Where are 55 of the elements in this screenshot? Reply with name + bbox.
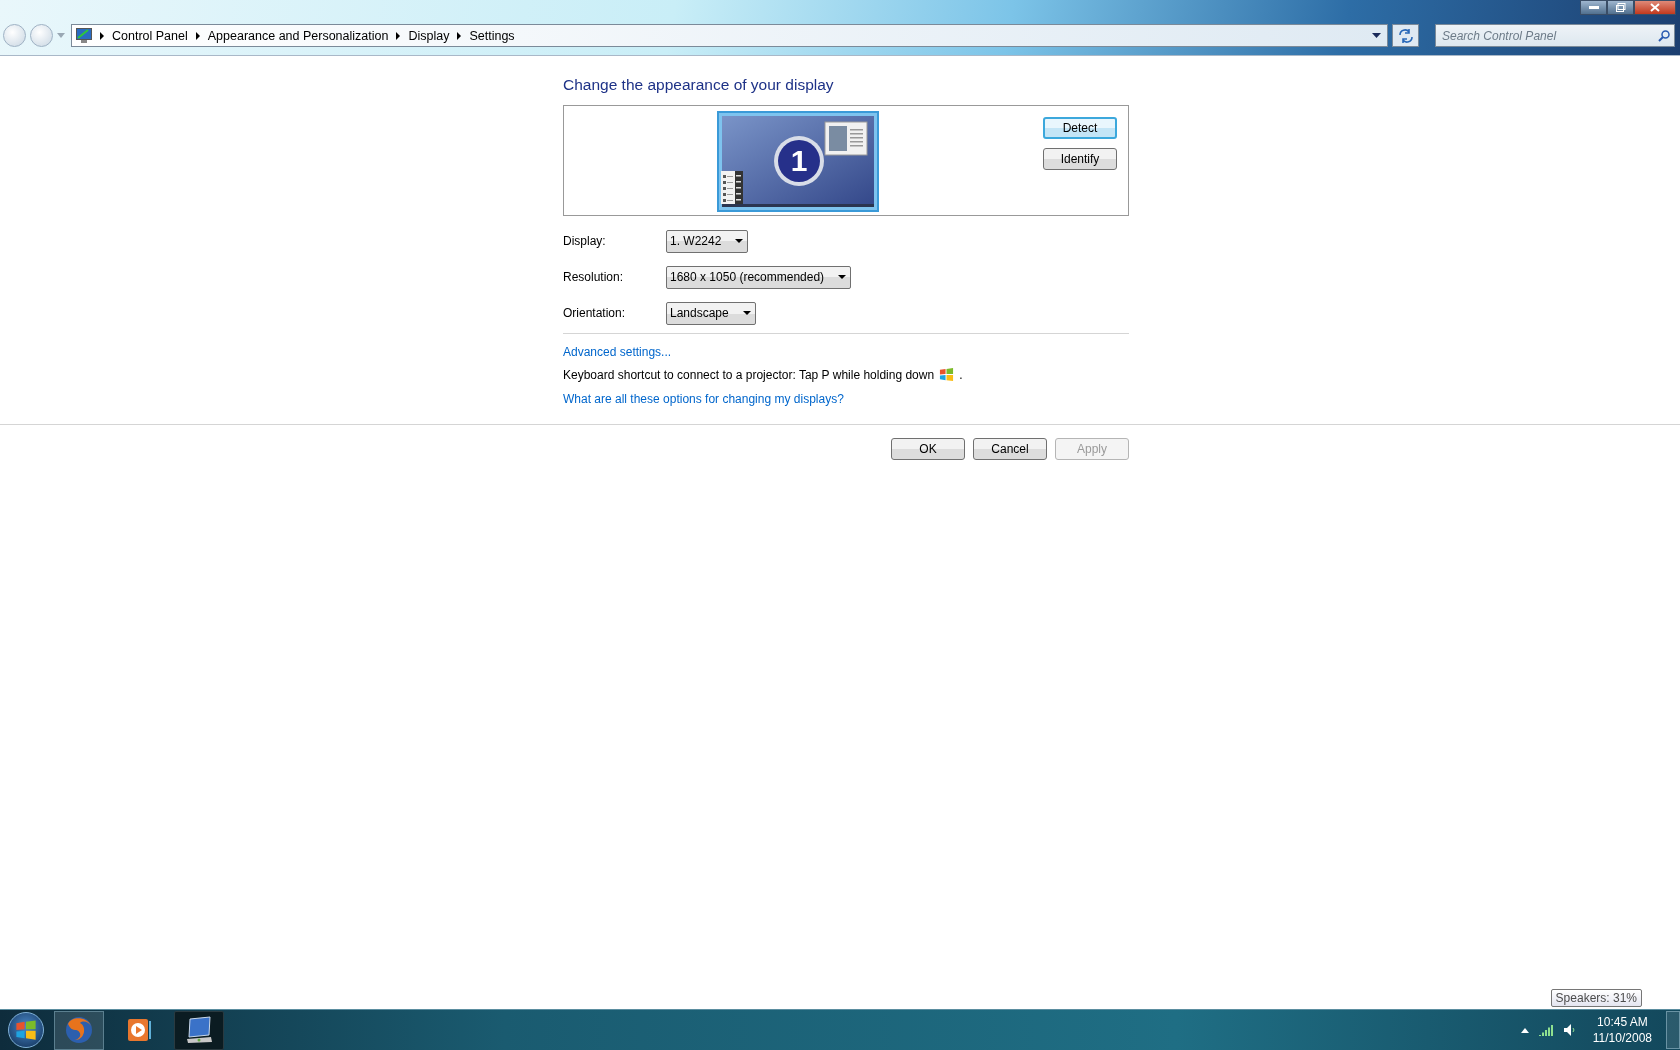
close-button[interactable]: [1634, 0, 1676, 15]
dropdown-arrow-icon: [735, 239, 744, 243]
dropdown[interactable]: 1680 x 1050 (recommended): [666, 265, 852, 289]
breadcrumb-item[interactable]: Appearance and Personalization: [207, 28, 389, 43]
identify-button[interactable]: Identify: [1043, 148, 1117, 170]
detect-button[interactable]: Detect: [1043, 117, 1117, 139]
dropdown-arrow-icon: [742, 311, 751, 315]
show-hidden-icons-icon[interactable]: [1520, 1027, 1529, 1033]
taskbar-app-button[interactable]: [174, 1010, 224, 1050]
clock-date: 11/10/2008: [1592, 1030, 1652, 1046]
breadcrumb-arrow-icon[interactable]: [396, 31, 401, 40]
help-link[interactable]: What are all these options for changing my displays?: [563, 392, 844, 406]
clock-time: 10:45 AM: [1596, 1014, 1649, 1030]
breadcrumb-item[interactable]: Display: [408, 28, 450, 43]
refresh-button[interactable]: [1392, 24, 1419, 47]
search-icon: [1658, 29, 1670, 42]
breadcrumb-arrow-icon[interactable]: [100, 31, 104, 40]
page-heading: Change the appearance of your display: [563, 76, 835, 94]
media-player-icon: [126, 1017, 152, 1043]
close-icon: [1650, 3, 1660, 12]
dropdown[interactable]: Landscape: [666, 301, 756, 325]
advanced-settings-link[interactable]: Advanced settings...: [563, 345, 672, 359]
breadcrumb-arrow-icon[interactable]: [195, 31, 200, 40]
field-label: Resolution:: [563, 270, 625, 284]
windows-logo-icon: [939, 367, 955, 382]
dropdown-arrow-icon: [838, 275, 847, 279]
restore-icon: [1615, 3, 1626, 12]
field-label: Orientation:: [563, 306, 627, 320]
volume-tooltip: Speakers: 31%: [1550, 989, 1642, 1007]
address-bar[interactable]: Control Panel Appearance and Personalization Display Settings: [71, 24, 1388, 47]
browser-globe-icon: [63, 1014, 95, 1046]
dialog-button[interactable]: OK: [891, 438, 965, 460]
display-settings-icon: [184, 1015, 214, 1045]
shortcut-period: .: [959, 367, 963, 382]
breadcrumb-arrow-icon[interactable]: [457, 31, 462, 40]
field-label: Display:: [563, 234, 607, 248]
start-button[interactable]: [8, 1012, 44, 1048]
breadcrumb-item[interactable]: Control Panel: [112, 28, 188, 43]
search-field[interactable]: Search Control Panel: [1440, 27, 1658, 44]
refresh-icon: [1397, 28, 1414, 43]
signal-bars-icon[interactable]: [1538, 1024, 1553, 1036]
monitor-preview-drawing[interactable]: 1: [717, 111, 879, 212]
clock[interactable]: 10:45 AM 11/10/2008: [1586, 1014, 1652, 1046]
minimize-icon: [1588, 5, 1599, 10]
speaker-icon[interactable]: [1562, 1023, 1577, 1037]
history-caret-icon[interactable]: [1372, 33, 1381, 38]
shortcut-text: Keyboard shortcut to connect to a projector: Tap P while holding down: [563, 367, 935, 382]
minimize-button[interactable]: [1580, 0, 1607, 15]
search-box[interactable]: Search Control Panel: [1435, 24, 1675, 47]
restore-button[interactable]: [1607, 0, 1634, 15]
dialog-button[interactable]: Cancel: [973, 438, 1047, 460]
dropdown[interactable]: 1. W2242: [666, 229, 749, 253]
windows-logo-icon: [15, 1019, 37, 1041]
breadcrumb-item[interactable]: Settings: [469, 28, 515, 43]
monitor-icon: [76, 28, 92, 43]
